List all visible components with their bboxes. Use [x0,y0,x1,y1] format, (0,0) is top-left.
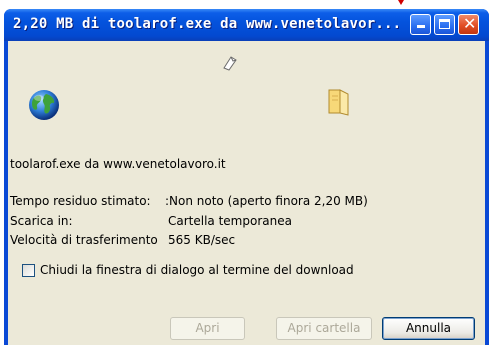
minimize-button[interactable] [410,14,431,35]
red-pointer-arrow [398,0,404,5]
close-button[interactable]: ✕ [458,14,479,35]
cancel-button[interactable]: Annulla [382,317,475,340]
globe-icon [29,90,59,120]
download-to-value: Cartella temporanea [168,214,292,228]
maximize-icon [439,19,450,29]
transfer-rate-label: Velocità di trasferimento [10,233,158,247]
maximize-button[interactable] [434,14,455,35]
minimize-icon [417,25,425,28]
title-bar[interactable]: 2,20 MB di toolarof.exe da www.venetolav… [4,9,489,41]
source-file-text: toolarof.exe da www.venetolavoro.it [10,157,226,171]
close-on-complete-label[interactable]: Chiudi la finestra di dialogo al termine… [40,263,354,277]
folder-icon [328,89,349,116]
download-to-label: Scarica in: [10,214,73,228]
flying-document-icon [223,56,237,71]
transfer-rate-value: 565 KB/sec [168,233,236,247]
window-title: 2,20 MB di toolarof.exe da www.venetolav… [13,16,402,32]
remaining-time-label: Tempo residuo stimato: [10,194,151,208]
open-folder-button[interactable]: Apri cartella [276,317,372,340]
dialog-body: toolarof.exe da www.venetolavoro.it Temp… [8,41,485,345]
open-button[interactable]: Apri [170,317,245,340]
close-icon: ✕ [463,14,477,33]
close-on-complete-checkbox[interactable] [22,264,35,277]
remaining-time-value: :Non noto (aperto finora 2,20 MB) [165,194,368,208]
background-strip [0,0,489,9]
download-dialog-window: 2,20 MB di toolarof.exe da www.venetolav… [4,9,489,345]
